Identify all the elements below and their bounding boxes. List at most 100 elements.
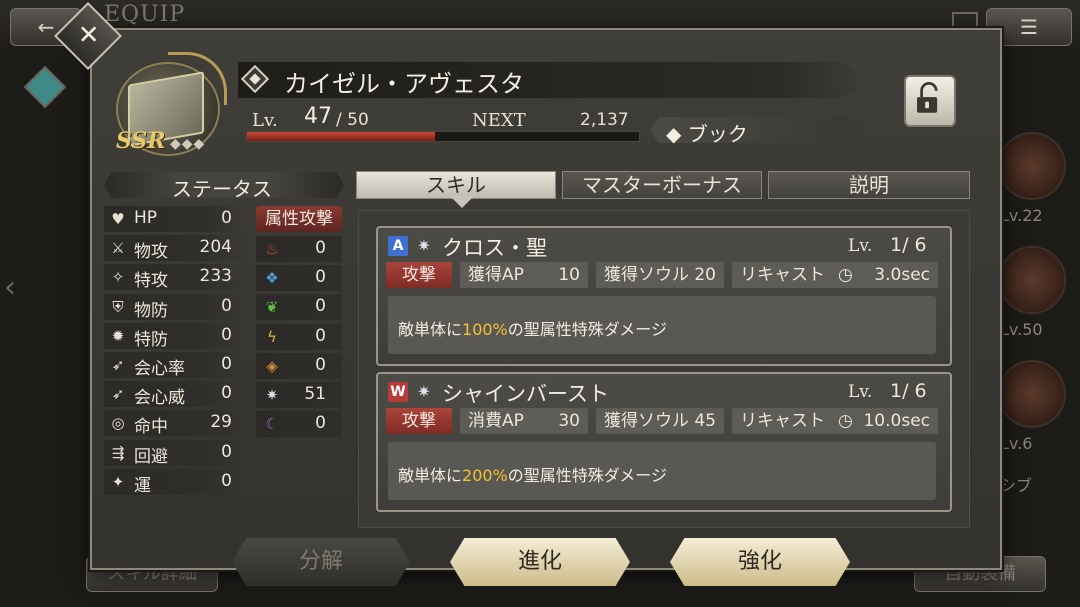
element-value: 0: [315, 267, 326, 288]
stat-row: ✦ 運 0: [104, 468, 244, 496]
ap-label: 獲得AP: [468, 265, 524, 285]
side-level-3: Lv.6: [1000, 434, 1033, 453]
equip-slot-1[interactable]: [998, 132, 1066, 200]
skill-card[interactable]: A ✷ クロス・聖 Lv. 1/ 6 攻撃 獲得AP 10 獲得ソウル 20 リキャスト ◷ 3.0se…: [376, 226, 952, 366]
element-value: 0: [315, 296, 326, 317]
recast-chip: リキャスト ◷ 3.0sec: [732, 262, 938, 288]
skill-category-chip: 攻撃: [386, 262, 452, 288]
stat-value: 0: [221, 295, 232, 316]
stat-value: 29: [210, 412, 232, 433]
ap-chip: 消費AP 30: [460, 408, 588, 434]
water-icon: ❖: [265, 269, 279, 288]
element-row: ✷ 51: [256, 382, 342, 408]
stat-row: ⇶ 回避 0: [104, 439, 244, 467]
clock-icon: ◷: [838, 265, 853, 285]
equip-slot-3[interactable]: [998, 360, 1066, 428]
element-value: 0: [315, 238, 326, 258]
heart-icon: ♥: [111, 210, 125, 228]
sword-icon: ⚔: [111, 239, 125, 258]
screen-title: EQUIP: [104, 2, 186, 27]
tab-master-bonus[interactable]: マスターボーナス: [562, 171, 762, 199]
ap-value: 30: [558, 411, 580, 431]
tab-description[interactable]: 説明: [768, 171, 970, 199]
shield-icon: ⛨: [112, 297, 124, 316]
equipment-name: カイゼル・アヴェスタ: [284, 70, 524, 98]
skill-card[interactable]: W ✷ シャインバースト Lv. 1/ 6 攻撃 消費AP 30 獲得ソウル 45 リキャスト ◷ 10…: [376, 372, 952, 512]
ap-chip: 獲得AP 10: [460, 262, 588, 288]
element-row: ❦ 0: [256, 294, 342, 321]
exp-bar-fill: [247, 132, 436, 141]
stat-row: ◎ 命中 29: [104, 410, 244, 438]
crit-damage-icon: ➶: [111, 385, 125, 404]
lock-button[interactable]: [904, 75, 956, 127]
stat-label: 運: [134, 475, 151, 496]
stat-value: 0: [221, 383, 232, 404]
target-icon: ◎: [111, 414, 125, 433]
desc-highlight: 100%: [462, 320, 508, 339]
equip-type: ◆ ブック: [666, 122, 748, 146]
dark-icon: ☾: [265, 415, 279, 434]
decompose-button[interactable]: 分解: [232, 538, 410, 586]
left-arrow-icon[interactable]: ‹: [4, 270, 16, 305]
stat-row: ✧ 特攻 233: [104, 264, 244, 292]
evolve-button[interactable]: 進化: [450, 538, 630, 586]
crit-rate-icon: ➶: [111, 356, 125, 374]
stat-row: ➶ 会心威 0: [104, 381, 244, 408]
ap-value: 10: [558, 265, 580, 285]
next-label: NEXT: [472, 110, 526, 131]
stat-value: 0: [221, 441, 232, 462]
soul-chip: 獲得ソウル 45: [596, 408, 724, 434]
gear-shield-icon: ✹: [111, 326, 125, 345]
element-row: ◈ 0: [256, 352, 342, 379]
stat-label: 物攻: [134, 242, 168, 263]
skill-name: シャインバースト: [442, 382, 609, 406]
enhance-button[interactable]: 強化: [670, 538, 850, 586]
stat-label: 特攻: [134, 271, 168, 292]
stat-row: ✹ 特防 0: [104, 322, 244, 350]
level-current: 47: [304, 104, 332, 129]
light-element-icon: ✷: [417, 236, 431, 255]
stat-label: 命中: [134, 417, 168, 438]
tab-skill[interactable]: スキル: [356, 171, 556, 199]
side-text-4: シブ: [1000, 476, 1033, 495]
stat-row: ➶ 会心率 0: [104, 352, 244, 379]
stat-label: 特防: [134, 329, 168, 350]
stat-label: 回避: [134, 446, 168, 467]
side-level-1: Lv.22: [1000, 206, 1043, 225]
equip-slot-2[interactable]: [998, 246, 1066, 314]
skill-level-label: Lv.: [848, 382, 873, 402]
element-value: 0: [315, 354, 326, 375]
element-row: ♨ 0: [256, 236, 342, 262]
skill-description-text: 敵単体に100%の聖属性特殊ダメージ: [398, 316, 667, 340]
desc-highlight: 200%: [462, 466, 508, 485]
staff-icon: ✧: [111, 268, 125, 287]
element-value: 51: [304, 384, 326, 404]
skill-level-label: Lv.: [848, 236, 873, 256]
stat-row: ♥ HP 0: [104, 206, 244, 232]
status-title: ステータス: [172, 177, 272, 201]
soul-value: 45: [694, 411, 716, 431]
skill-level-value: 1/ 6: [890, 380, 927, 402]
stat-value: 0: [221, 324, 232, 345]
recast-value: 3.0sec: [874, 265, 930, 285]
unlock-icon: [917, 82, 938, 113]
skill-description-text: 敵単体に200%の聖属性特殊ダメージ: [398, 462, 667, 486]
element-value: 0: [315, 413, 326, 434]
skill-level-value: 1/ 6: [890, 234, 927, 256]
desc-prefix: 敵単体に: [398, 320, 463, 339]
rarity-label: SSR: [116, 128, 166, 154]
skill-type-badge: W: [388, 382, 408, 402]
earth-icon: ◈: [266, 356, 278, 375]
boot-icon: ⇶: [111, 443, 125, 462]
diamond-emblem-icon: [240, 64, 270, 94]
soul-label: 獲得ソウル: [604, 265, 689, 285]
back-arrow-icon: ←: [37, 15, 55, 39]
soul-label: 獲得ソウル: [604, 411, 689, 431]
thunder-icon: ϟ: [267, 327, 277, 346]
stat-value: 0: [221, 354, 232, 374]
stat-value: 0: [221, 208, 232, 228]
skill-category-chip: 攻撃: [386, 408, 452, 434]
battery-icon: [952, 12, 978, 28]
recast-label: リキャスト: [740, 411, 825, 431]
stat-row: ⛨ 物防 0: [104, 293, 244, 321]
